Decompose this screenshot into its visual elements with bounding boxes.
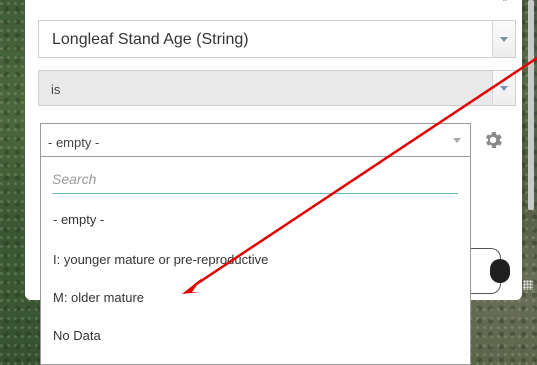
chevron-down-icon xyxy=(500,86,508,91)
toggle-knob xyxy=(490,259,510,283)
operator-select-value: is xyxy=(51,82,61,97)
resize-handle[interactable] xyxy=(523,280,533,290)
gear-icon[interactable] xyxy=(482,129,504,151)
apply-toggle-button[interactable] xyxy=(470,248,510,294)
dropdown-option[interactable]: No Data xyxy=(53,328,101,343)
dropdown-option[interactable]: - empty - xyxy=(53,212,104,227)
chevron-down-icon xyxy=(500,37,508,42)
field-select[interactable]: Longleaf Stand Age (String) xyxy=(38,20,516,58)
operator-select-toggle[interactable] xyxy=(492,71,515,105)
field-select-toggle[interactable] xyxy=(492,21,515,57)
value-select-value: - empty - xyxy=(48,135,100,150)
panel-scrollbar[interactable] xyxy=(528,0,534,210)
dropdown-option[interactable]: I: younger mature or pre-reproductive xyxy=(53,252,268,267)
dropdown-search-input[interactable]: Search xyxy=(52,171,458,194)
operator-select[interactable]: is xyxy=(38,70,516,106)
chevron-down-icon xyxy=(453,138,461,143)
value-select[interactable]: - empty - xyxy=(40,123,471,157)
value-dropdown-list: Search - empty - I: younger mature or pr… xyxy=(40,157,471,365)
dropdown-option[interactable]: M: older mature xyxy=(53,290,144,305)
chevron-up-icon[interactable]: ˆ xyxy=(497,0,513,10)
field-select-value: Longleaf Stand Age (String) xyxy=(52,31,249,48)
